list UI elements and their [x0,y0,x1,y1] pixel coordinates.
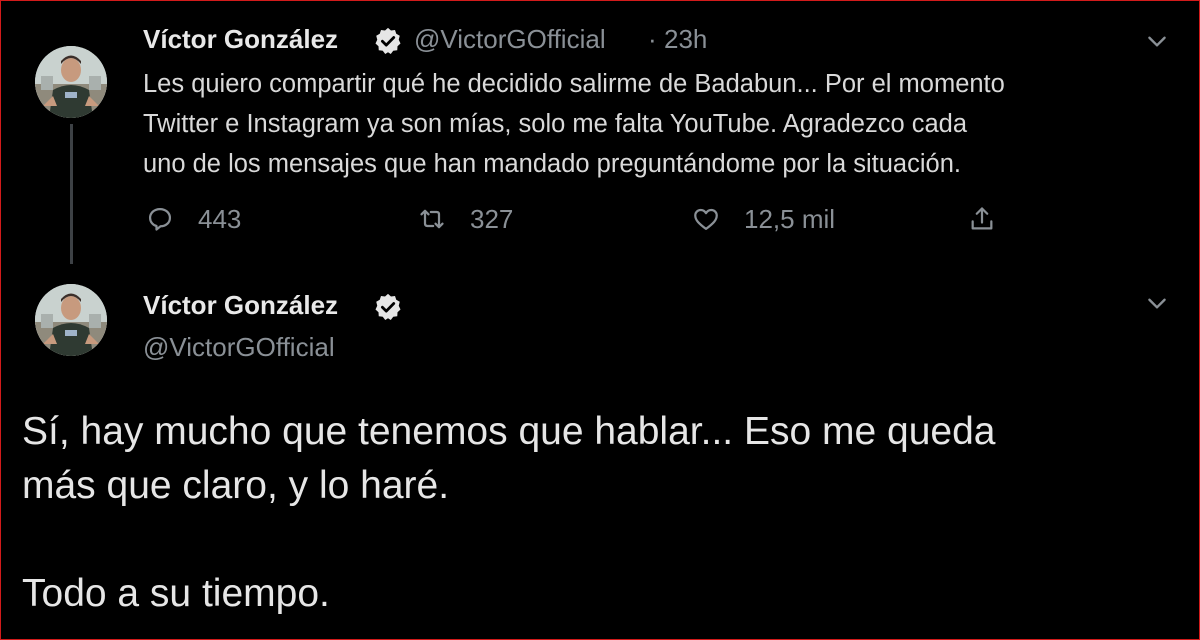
display-name[interactable]: Víctor González [143,24,338,55]
verified-badge-icon [373,26,403,56]
retweet-button[interactable]: 327 [418,201,513,237]
profile-photo-icon [35,284,107,356]
tweet-text: Les quiero compartir qué he decidido sal… [143,64,1173,184]
avatar[interactable] [35,46,107,118]
separator-dot: · [648,24,657,54]
user-handle[interactable]: @VictorGOfficial [414,24,606,55]
profile-photo-icon [35,46,107,118]
verified-badge-icon [373,292,403,322]
tweet-text-blank-line [22,513,1182,567]
tweet-text-line: Sí, hay mucho que tenemos que hablar... … [22,410,996,453]
tweet-text-line: Todo a su tiempo. [22,572,330,615]
user-handle[interactable]: @VictorGOfficial [143,332,335,363]
share-button[interactable] [968,201,1020,237]
tweet-timestamp[interactable]: 23h [664,24,707,55]
retweet-icon [418,205,470,233]
thread-connector-line [70,124,73,264]
chevron-down-icon[interactable] [1144,28,1170,54]
tweet-text-line: uno de los mensajes que han mandado preg… [143,150,961,178]
like-count: 12,5 mil [744,203,836,234]
reply-count: 443 [198,203,242,234]
tweet-text-line: más que claro, y lo haré. [22,464,450,507]
tweet-text-line: Les quiero compartir qué he decidido sal… [143,70,1005,98]
reply-icon [146,205,198,233]
retweet-count: 327 [470,203,514,234]
share-icon [968,205,1020,233]
avatar[interactable] [35,284,107,356]
display-name[interactable]: Víctor González [143,290,338,321]
chevron-down-icon[interactable] [1144,290,1170,316]
tweet-text-line: Twitter e Instagram ya son mías, solo me… [143,110,968,138]
like-button[interactable]: 12,5 mil [692,201,835,237]
tweet-text: Sí, hay mucho que tenemos que hablar... … [22,405,1182,621]
reply-button[interactable]: 443 [146,201,241,237]
heart-icon [692,205,744,233]
